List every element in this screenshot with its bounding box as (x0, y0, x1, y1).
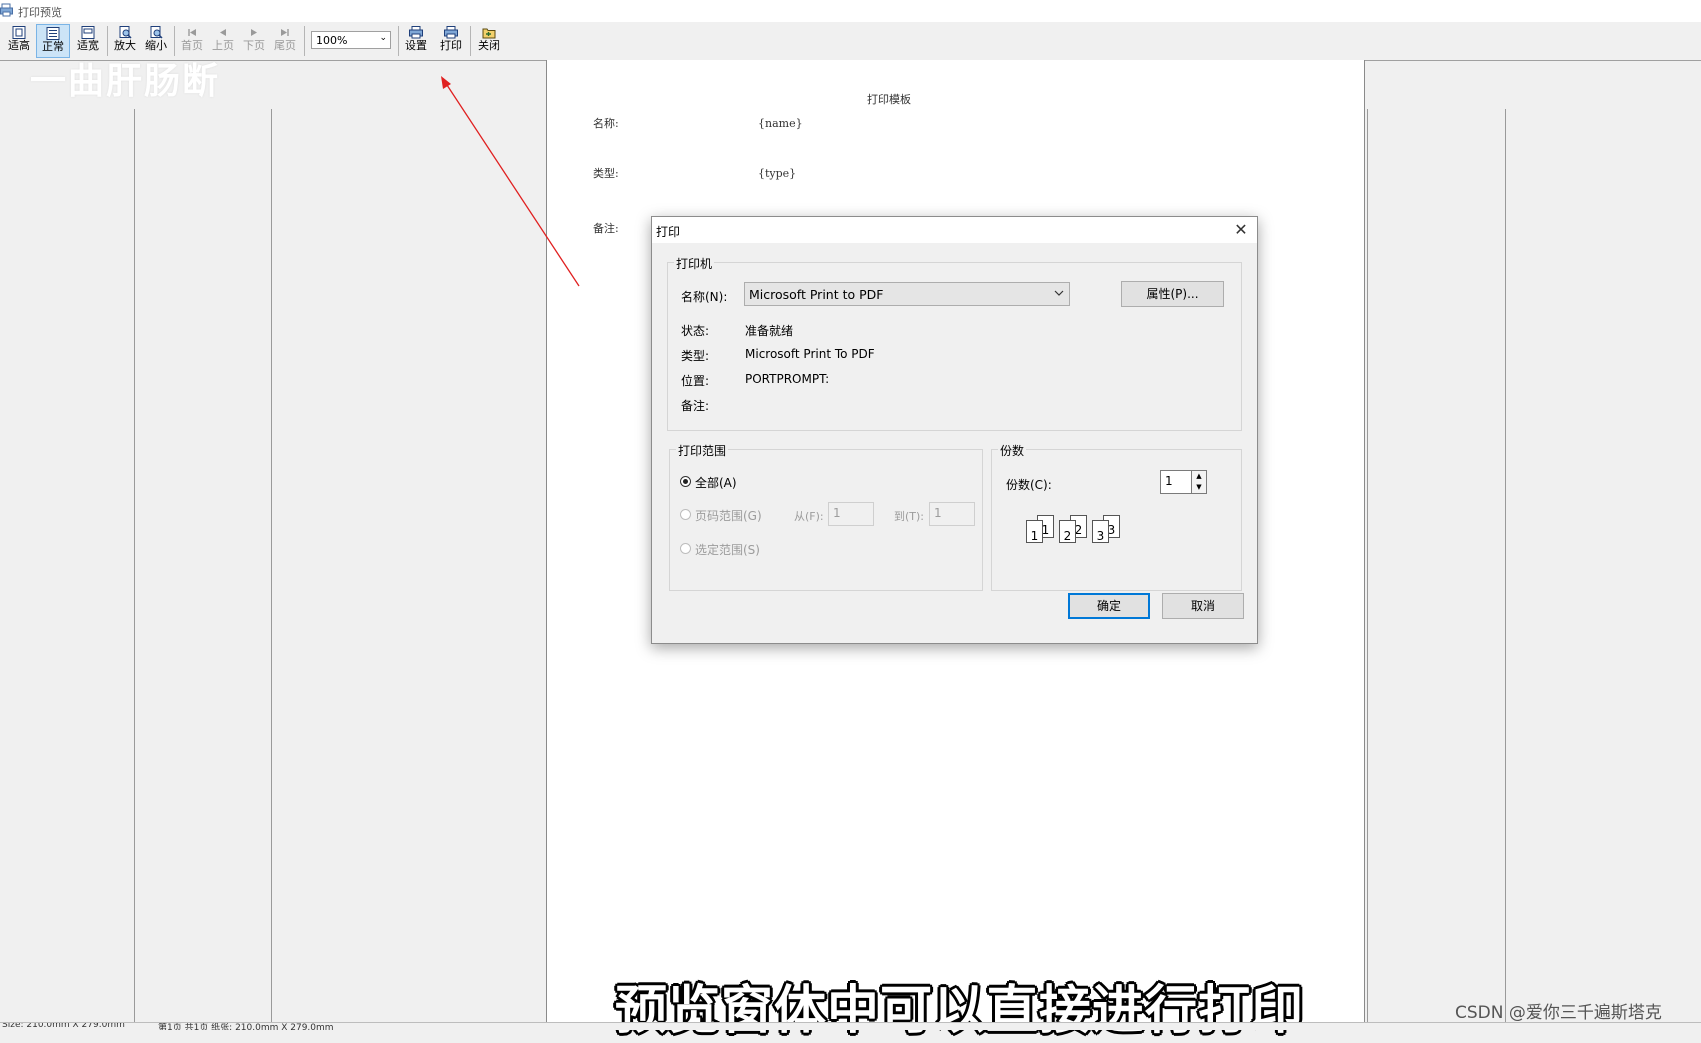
printer-where-label: 位置: (681, 374, 710, 388)
range-pages-radio[interactable] (680, 509, 691, 520)
zoom-in-icon (119, 26, 132, 39)
zoom-out-label: 缩小 (145, 39, 167, 52)
range-to-input[interactable]: 1 (929, 502, 975, 526)
print-dialog: 打印 ✕ 打印机 名称(N): Microsoft Print to PDF 属… (651, 216, 1258, 644)
next-page-button[interactable]: 下页 (240, 24, 268, 58)
copies-label: 份数(C): (1006, 478, 1052, 492)
printer-name-value: Microsoft Print to PDF (749, 287, 884, 302)
zoom-select[interactable]: 100% ⌄ (311, 31, 391, 49)
print-preview-app-icon (0, 3, 13, 17)
window-title: 打印预览 (18, 6, 62, 19)
chevron-down-icon (1054, 290, 1064, 296)
printer-type-label: 类型: (681, 349, 710, 363)
fit-width-icon (81, 26, 95, 39)
page-edge-line (1367, 109, 1368, 1025)
print-label: 打印 (440, 39, 462, 52)
fit-height-icon (12, 26, 26, 39)
range-selection-radio[interactable] (680, 543, 691, 554)
page-setup-icon (409, 26, 423, 39)
toolbar-separator (398, 26, 399, 56)
printer-comment-label: 备注: (681, 399, 710, 413)
copies-input[interactable]: 1 (1160, 470, 1192, 494)
fit-width-label: 适宽 (77, 39, 99, 52)
range-pages-label: 页码范围(G) (695, 509, 762, 523)
collate-page: 2 (1059, 520, 1076, 543)
copies-group-label: 份数 (998, 442, 1027, 459)
dialog-close-icon[interactable]: ✕ (1230, 220, 1252, 240)
toolbar: 适高 正常 适宽 放大 缩小 首页 上页 下页 尾页 100% ⌄ 设置 打印 … (0, 22, 1701, 61)
printer-name-label: 名称(N): (681, 290, 728, 304)
printer-status-value: 准备就绪 (745, 324, 794, 338)
video-caption: 预览窗体中可以直接进行打印 (615, 981, 1305, 1041)
zoom-in-label: 放大 (114, 39, 136, 52)
printer-type-value: Microsoft Print To PDF (745, 347, 875, 361)
printer-properties-button[interactable]: 属性(P)... (1121, 281, 1224, 307)
first-page-icon (188, 29, 196, 36)
range-from-input[interactable]: 1 (828, 502, 874, 526)
printer-group-label: 打印机 (674, 255, 715, 272)
print-button[interactable]: 打印 (437, 24, 465, 58)
cancel-button[interactable]: 取消 (1162, 593, 1244, 619)
fit-height-label: 适高 (8, 39, 30, 52)
print-range-group-label: 打印范围 (676, 442, 729, 459)
range-from-label: 从(F): (794, 510, 824, 523)
page-setup-label: 设置 (405, 39, 427, 52)
toolbar-separator (304, 26, 305, 56)
close-folder-icon (482, 28, 496, 39)
ok-button[interactable]: 确定 (1068, 593, 1150, 619)
collate-page: 1 (1026, 520, 1043, 543)
printer-status-label: 状态: (681, 324, 710, 338)
prev-page-label: 上页 (212, 39, 234, 52)
close-button[interactable]: 关闭 (475, 24, 503, 58)
page-field-value-type: {type} (758, 167, 797, 180)
dialog-title: 打印 (656, 225, 681, 239)
next-page-icon (251, 29, 257, 36)
page-field-label-name: 名称: (593, 117, 619, 130)
page-field-label-type: 类型: (593, 167, 619, 180)
printer-where-value: PORTPROMPT: (745, 372, 830, 386)
toolbar-separator (470, 26, 471, 56)
chevron-down-icon: ⌄ (379, 33, 387, 43)
page-setup-button[interactable]: 设置 (402, 24, 430, 58)
csdn-watermark: CSDN @爱你三千遍斯塔克 (1455, 1003, 1662, 1023)
close-label: 关闭 (478, 39, 500, 52)
page-edge-line (1505, 109, 1506, 1025)
video-overlay-text: 一曲肝肠断 (30, 61, 221, 102)
printer-icon (444, 26, 458, 39)
range-all-radio[interactable] (680, 476, 691, 487)
collate-illustration: 1 1 2 2 3 3 (1025, 514, 1130, 544)
last-page-button[interactable]: 尾页 (271, 24, 299, 58)
normal-size-icon (46, 27, 60, 40)
range-selection-label: 选定范围(S) (695, 543, 760, 557)
zoom-value: 100% (316, 34, 348, 47)
dialog-titlebar: 打印 ✕ (652, 217, 1257, 243)
page-field-value-name: {name} (758, 117, 803, 130)
last-page-label: 尾页 (274, 39, 296, 52)
collate-page: 3 (1092, 520, 1109, 543)
page-edge-line (271, 109, 272, 1025)
range-all-label: 全部(A) (695, 476, 737, 490)
zoom-out-icon (150, 26, 163, 39)
page-field-label-comment: 备注: (593, 222, 619, 235)
copies-stepper[interactable]: ▲ ▼ (1192, 470, 1207, 494)
printer-name-select[interactable]: Microsoft Print to PDF (744, 282, 1070, 306)
range-to-label: 到(T): (894, 510, 925, 523)
first-page-label: 首页 (181, 39, 203, 52)
page-edge-line (134, 109, 135, 1025)
window-titlebar: 打印预览 (0, 0, 1701, 22)
prev-page-icon (220, 29, 226, 36)
page-title: 打印模板 (867, 93, 911, 106)
last-page-icon (281, 29, 289, 36)
next-page-label: 下页 (243, 39, 265, 52)
